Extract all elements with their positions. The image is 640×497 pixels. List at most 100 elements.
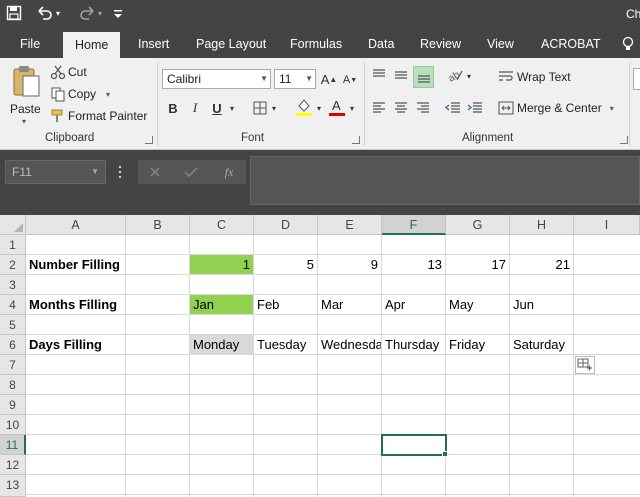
formula-input[interactable]	[250, 156, 640, 205]
cancel-icon[interactable]	[146, 164, 164, 180]
tab-view[interactable]: View	[487, 28, 514, 58]
row-header-1[interactable]: 1	[0, 235, 26, 255]
cell-h2[interactable]: 21	[510, 255, 573, 274]
tab-page-layout[interactable]: Page Layout	[196, 28, 266, 58]
merge-center-dropdown-icon[interactable]: ▾	[610, 104, 614, 113]
undo-icon[interactable]: ▾	[36, 2, 60, 24]
customize-qat-icon[interactable]	[113, 2, 123, 24]
tab-acrobat[interactable]: ACROBAT	[541, 28, 601, 58]
bottom-align-icon[interactable]	[413, 66, 434, 88]
tab-home[interactable]: Home	[63, 32, 121, 58]
clipboard-launcher-icon[interactable]	[145, 136, 153, 144]
tab-file[interactable]: File	[20, 28, 40, 58]
increase-font-size-icon[interactable]: A ▲	[320, 69, 338, 89]
cell-e4[interactable]: Mar	[318, 295, 381, 314]
borders-icon[interactable]	[251, 98, 269, 118]
row-header-6[interactable]: 6	[0, 335, 26, 355]
row-header-7[interactable]: 7	[0, 355, 26, 375]
tab-review[interactable]: Review	[420, 28, 461, 58]
cell-f2[interactable]: 13	[382, 255, 445, 274]
fill-color-icon[interactable]	[294, 96, 314, 118]
row-header-3[interactable]: 3	[0, 275, 26, 295]
cell-d4[interactable]: Feb	[254, 295, 317, 314]
cell-c2[interactable]: 1	[190, 255, 253, 274]
redo-dropdown-icon[interactable]: ▾	[98, 9, 102, 18]
bold-button[interactable]: B	[165, 98, 181, 118]
column-header-b[interactable]: B	[126, 215, 190, 235]
column-header-e[interactable]: E	[318, 215, 382, 235]
row-header-9[interactable]: 9	[0, 395, 26, 415]
column-header-h[interactable]: H	[510, 215, 574, 235]
fill-handle[interactable]	[442, 451, 448, 457]
decrease-font-size-icon[interactable]: A ▼	[341, 71, 359, 89]
row-header-11[interactable]: 11	[0, 435, 26, 455]
wrap-text-button[interactable]: Wrap Text	[498, 68, 571, 86]
column-header-g[interactable]: G	[446, 215, 510, 235]
save-icon[interactable]	[6, 2, 22, 24]
underline-dropdown-icon[interactable]: ▾	[228, 100, 236, 116]
column-header-a[interactable]: A	[26, 215, 126, 235]
cell-h6[interactable]: Saturday	[510, 335, 573, 354]
font-color-icon[interactable]: A	[327, 96, 347, 118]
row-header-10[interactable]: 10	[0, 415, 26, 435]
row-header-12[interactable]: 12	[0, 455, 26, 475]
cell-e6[interactable]: Wednesday	[318, 335, 381, 354]
orientation-dropdown-icon[interactable]: ▾	[465, 68, 473, 84]
auto-fill-options-button[interactable]	[575, 356, 595, 374]
undo-dropdown-icon[interactable]: ▾	[56, 9, 60, 18]
cell-h4[interactable]: Jun	[510, 295, 573, 314]
underline-button[interactable]: U	[209, 98, 225, 118]
font-size-combo[interactable]: 11 ▼	[274, 69, 316, 89]
formula-bar-grip-icon[interactable]	[118, 165, 124, 181]
number-format-combo[interactable]	[633, 68, 640, 90]
redo-icon[interactable]: ▾	[78, 2, 102, 24]
font-launcher-icon[interactable]	[352, 136, 360, 144]
merge-center-button[interactable]: Merge & Center ▾	[498, 99, 614, 117]
copy-dropdown-icon[interactable]: ▾	[106, 90, 110, 99]
row-header-8[interactable]: 8	[0, 375, 26, 395]
align-left-icon[interactable]	[370, 99, 388, 117]
cell-f4[interactable]: Apr	[382, 295, 445, 314]
cell-e2[interactable]: 9	[318, 255, 381, 274]
name-box[interactable]: F11 ▼	[5, 160, 106, 184]
alignment-launcher-icon[interactable]	[620, 136, 628, 144]
cell-a4[interactable]: Months Filling	[26, 295, 126, 314]
borders-dropdown-icon[interactable]: ▾	[270, 100, 278, 116]
row-header-4[interactable]: 4	[0, 295, 26, 315]
cell-a2[interactable]: Number Filling	[26, 255, 126, 274]
row-header-13[interactable]: 13	[0, 475, 26, 497]
cell-d2[interactable]: 5	[254, 255, 317, 274]
column-header-c[interactable]: C	[190, 215, 254, 235]
paste-button[interactable]: Paste ▾	[8, 62, 44, 128]
cell-d6[interactable]: Tuesday	[254, 335, 317, 354]
cell-g2[interactable]: 17	[446, 255, 509, 274]
orientation-icon[interactable]: ab	[446, 66, 464, 84]
cell-a6[interactable]: Days Filling	[26, 335, 126, 354]
copy-button[interactable]: Copy ▾	[50, 85, 110, 103]
font-color-dropdown-icon[interactable]: ▾	[348, 100, 356, 116]
cell-g6[interactable]: Friday	[446, 335, 509, 354]
selected-cell-f11[interactable]	[381, 434, 447, 456]
enter-icon[interactable]	[182, 164, 200, 180]
cell-f6[interactable]: Thursday	[382, 335, 445, 354]
column-header-i[interactable]: I	[574, 215, 640, 235]
column-header-d[interactable]: D	[254, 215, 318, 235]
row-header-5[interactable]: 5	[0, 315, 26, 335]
middle-align-icon[interactable]	[392, 66, 410, 84]
decrease-indent-icon[interactable]	[444, 99, 462, 117]
italic-button[interactable]: I	[187, 98, 203, 118]
row-header-2[interactable]: 2	[0, 255, 26, 275]
cell-c6[interactable]: Monday	[190, 335, 253, 354]
align-center-icon[interactable]	[392, 99, 410, 117]
cell-c4[interactable]: Jan	[190, 295, 253, 314]
tab-data[interactable]: Data	[368, 28, 394, 58]
insert-function-icon[interactable]: fx	[218, 163, 240, 181]
format-painter-button[interactable]: Format Painter	[50, 107, 147, 125]
select-all-button[interactable]	[0, 215, 26, 235]
lightbulb-icon[interactable]	[622, 36, 634, 52]
font-name-combo[interactable]: Calibri ▼	[162, 69, 271, 89]
tab-insert[interactable]: Insert	[138, 28, 169, 58]
paste-dropdown-icon[interactable]: ▾	[22, 117, 26, 126]
increase-indent-icon[interactable]	[466, 99, 484, 117]
cell-g4[interactable]: May	[446, 295, 509, 314]
